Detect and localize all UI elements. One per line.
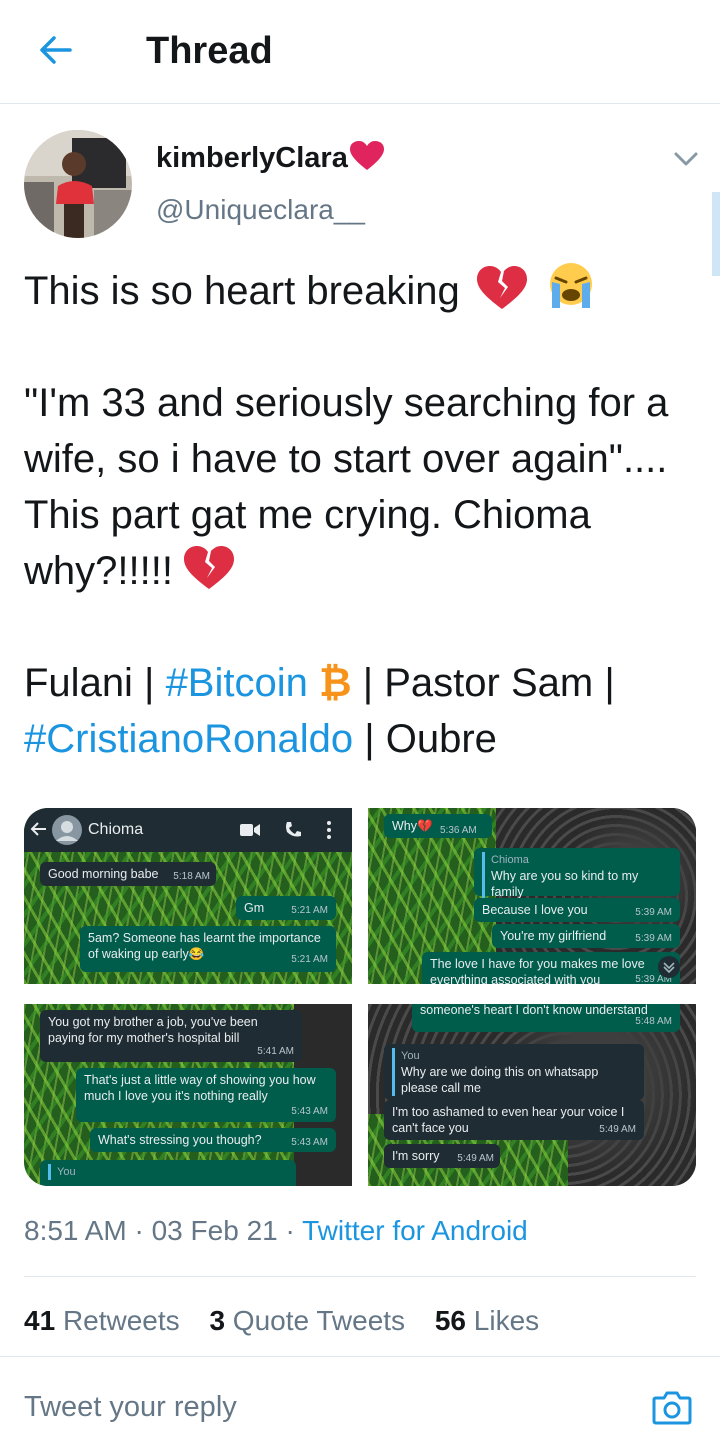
media-grid: Chioma Good morning babe 5:18 AM Gm 5:21…: [24, 808, 696, 1186]
back-arrow-icon[interactable]: [34, 28, 78, 72]
bitcoin-icon: ₿: [319, 661, 352, 705]
tweet-stats: 41 Retweets 3 Quote Tweets 56 Likes: [24, 1302, 561, 1340]
chat-quoted-message: Chioma Why are you so kind to my family: [474, 848, 680, 900]
contact-name: Chioma: [88, 821, 144, 838]
tweet-line-1: This is so heart breaking: [24, 262, 696, 319]
chat-header: Chioma: [24, 808, 352, 852]
chat-message: You're my girlfriend 5:39 AM: [492, 924, 680, 948]
chat-message: Gm 5:21 AM: [236, 896, 336, 920]
retweets-count[interactable]: 41 Retweets: [24, 1305, 180, 1336]
hashtag-cristianoronaldo[interactable]: #CristianoRonaldo: [24, 717, 353, 761]
red-heart-icon: [349, 141, 384, 170]
chat-message: Good morning babe 5:18 AM: [40, 862, 216, 886]
video-call-icon: [240, 824, 260, 836]
more-menu-icon: [327, 821, 331, 839]
author-name[interactable]: kimberlyClara: [156, 140, 384, 176]
media-image-3[interactable]: You got my brother a job, you've been pa…: [24, 1004, 352, 1186]
chat-message: someone's heart I don't know understand …: [412, 1004, 680, 1032]
crying-face-icon: [550, 263, 593, 308]
hashtag-bitcoin[interactable]: #Bitcoin: [166, 661, 308, 705]
chat-message: I'm too ashamed to even hear your voice …: [384, 1100, 644, 1140]
media-image-1[interactable]: Chioma Good morning babe 5:18 AM Gm 5:21…: [24, 808, 352, 984]
scrollbar[interactable]: [712, 192, 720, 276]
chevron-down-icon[interactable]: [668, 146, 704, 174]
source-link[interactable]: Twitter for Android: [302, 1215, 528, 1246]
scroll-down-icon: [658, 956, 680, 978]
avatar-icon: [52, 815, 82, 845]
back-arrow-icon: [30, 822, 46, 836]
chat-message: I'm sorry 5:49 AM: [384, 1144, 500, 1168]
chat-message: You got my brother a job, you've been pa…: [40, 1010, 302, 1062]
tweet-text: This is so heart breaking "I'm 33 and se…: [24, 262, 696, 767]
chat-message: Because I love you 5:39 AM: [474, 898, 680, 922]
chat-message: Why💔 5:36 AM: [384, 814, 492, 838]
divider: [24, 1276, 696, 1277]
page-title: Thread: [146, 30, 273, 72]
quote-tweets-count[interactable]: 3 Quote Tweets: [209, 1305, 405, 1336]
divider: [0, 1356, 720, 1357]
tweet-paragraph-2: "I'm 33 and seriously searching for a wi…: [24, 381, 669, 593]
phone-icon: [286, 822, 301, 837]
top-bar: Thread: [0, 0, 720, 104]
chat-quoted-message: You Why are we doing this on whatsapp ple…: [384, 1044, 644, 1100]
chat-message: That's just a little way of showing you …: [76, 1068, 336, 1122]
broken-heart-icon: [476, 266, 527, 309]
broken-heart-icon: [184, 546, 235, 589]
media-image-4[interactable]: someone's heart I don't know understand …: [368, 1004, 696, 1186]
avatar[interactable]: [24, 130, 132, 238]
chat-quoted-message: You: [40, 1160, 296, 1186]
camera-icon[interactable]: [652, 1388, 692, 1426]
chat-message: What's stressing you though? 5:43 AM: [90, 1128, 336, 1152]
chat-message: The love I have for you makes me love ev…: [422, 952, 680, 984]
media-image-2[interactable]: Why💔 5:36 AM Chioma Why are you so kind t…: [368, 808, 696, 984]
reply-input[interactable]: Tweet your reply: [24, 1388, 237, 1426]
author-handle[interactable]: @Uniqueclara__: [156, 192, 365, 228]
chat-message: 5am? Someone has learnt the importance o…: [80, 926, 336, 972]
likes-count[interactable]: 56 Likes: [435, 1305, 539, 1336]
tweet-timestamp: 8:51 AM · 03 Feb 21 · Twitter for Androi…: [24, 1215, 528, 1246]
trends-line: Fulani | #Bitcoin ₿ | Pastor Sam | #Cris…: [24, 661, 615, 761]
